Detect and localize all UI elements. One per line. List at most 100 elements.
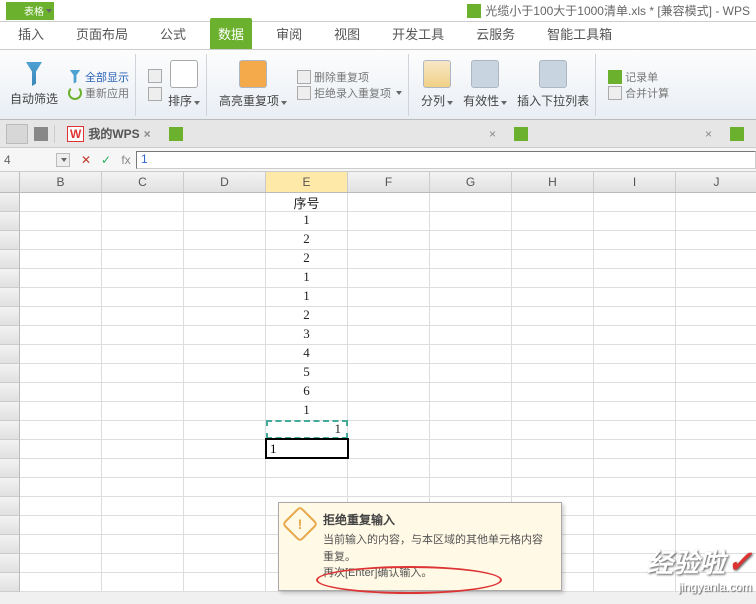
- sort-asc-icon[interactable]: [148, 69, 162, 83]
- cell[interactable]: [594, 421, 676, 440]
- cell[interactable]: [512, 345, 594, 364]
- cell[interactable]: [102, 288, 184, 307]
- cell[interactable]: [676, 459, 756, 478]
- tab-dev-tools[interactable]: 开发工具: [384, 18, 452, 49]
- cell[interactable]: [430, 383, 512, 402]
- col-header-h[interactable]: H: [512, 172, 594, 192]
- cell[interactable]: [266, 459, 348, 478]
- cell[interactable]: [676, 269, 756, 288]
- cancel-edit-icon[interactable]: ✕: [76, 153, 96, 167]
- cell[interactable]: 3: [266, 326, 348, 345]
- cell[interactable]: [184, 554, 266, 573]
- edit-icon[interactable]: [34, 127, 48, 141]
- cell[interactable]: [676, 516, 756, 535]
- cell[interactable]: [512, 326, 594, 345]
- sort-desc-icon[interactable]: [148, 87, 162, 101]
- col-header-j[interactable]: J: [676, 172, 756, 192]
- cell[interactable]: [430, 440, 512, 459]
- cell[interactable]: [348, 364, 430, 383]
- cell[interactable]: [430, 307, 512, 326]
- cell[interactable]: [430, 288, 512, 307]
- col-header-d[interactable]: D: [184, 172, 266, 192]
- cell[interactable]: [512, 440, 594, 459]
- cell[interactable]: [348, 383, 430, 402]
- cell[interactable]: [184, 307, 266, 326]
- cell[interactable]: [102, 269, 184, 288]
- remove-dup-button[interactable]: 删除重复项: [297, 69, 402, 85]
- cell[interactable]: [512, 364, 594, 383]
- cell[interactable]: [348, 440, 430, 459]
- cell[interactable]: [20, 459, 102, 478]
- cell[interactable]: [348, 345, 430, 364]
- cell[interactable]: [676, 193, 756, 212]
- col-header-b[interactable]: B: [20, 172, 102, 192]
- cell[interactable]: [184, 193, 266, 212]
- cell[interactable]: [348, 402, 430, 421]
- insert-dropdown-button[interactable]: 插入下拉列表: [517, 60, 589, 109]
- home-tab-icon[interactable]: [6, 124, 28, 144]
- close-tab-icon[interactable]: ×: [144, 127, 151, 141]
- row-header[interactable]: [0, 516, 20, 535]
- cell[interactable]: [676, 383, 756, 402]
- cell[interactable]: [430, 212, 512, 231]
- row-header[interactable]: [0, 269, 20, 288]
- tab-smart-tools[interactable]: 智能工具箱: [539, 18, 620, 49]
- close-tab-2-icon[interactable]: ×: [489, 127, 496, 141]
- cell[interactable]: [594, 250, 676, 269]
- row-header[interactable]: [0, 212, 20, 231]
- cell[interactable]: [512, 193, 594, 212]
- cell[interactable]: [348, 326, 430, 345]
- name-box[interactable]: 4: [0, 153, 56, 167]
- cell[interactable]: [676, 212, 756, 231]
- cell[interactable]: [184, 402, 266, 421]
- cell[interactable]: [184, 573, 266, 592]
- cell[interactable]: [184, 440, 266, 459]
- cell[interactable]: [20, 383, 102, 402]
- cell[interactable]: [676, 288, 756, 307]
- cell[interactable]: 1: [266, 212, 348, 231]
- validation-button[interactable]: 有效性: [463, 60, 507, 109]
- cell[interactable]: 6: [266, 383, 348, 402]
- row-header[interactable]: [0, 383, 20, 402]
- select-all-corner[interactable]: [0, 172, 20, 192]
- cell[interactable]: [676, 440, 756, 459]
- show-all-button[interactable]: 全部显示: [68, 69, 129, 85]
- row-header[interactable]: [0, 554, 20, 573]
- cell[interactable]: [594, 269, 676, 288]
- cell[interactable]: [102, 535, 184, 554]
- cell[interactable]: [20, 497, 102, 516]
- cell[interactable]: [512, 250, 594, 269]
- formula-input[interactable]: 1: [136, 151, 756, 169]
- cell[interactable]: [512, 231, 594, 250]
- cell[interactable]: 2: [266, 250, 348, 269]
- tab-my-wps[interactable]: W 我的WPS ×: [61, 125, 157, 142]
- tab-view[interactable]: 视图: [326, 18, 368, 49]
- cell[interactable]: [594, 288, 676, 307]
- cell[interactable]: [102, 440, 184, 459]
- cell[interactable]: [512, 459, 594, 478]
- cell[interactable]: 1: [266, 402, 348, 421]
- cell[interactable]: [348, 288, 430, 307]
- cell[interactable]: [348, 478, 430, 497]
- cell[interactable]: [512, 288, 594, 307]
- cell[interactable]: [20, 535, 102, 554]
- cell[interactable]: [594, 231, 676, 250]
- reapply-button[interactable]: 重新应用: [68, 85, 129, 101]
- highlight-dup-button[interactable]: 高亮重复项: [219, 60, 287, 109]
- cell[interactable]: [348, 212, 430, 231]
- cell[interactable]: [184, 250, 266, 269]
- cell[interactable]: [184, 478, 266, 497]
- cell[interactable]: [184, 497, 266, 516]
- cell[interactable]: [676, 402, 756, 421]
- cell[interactable]: [594, 478, 676, 497]
- cell[interactable]: [430, 402, 512, 421]
- cell[interactable]: [20, 193, 102, 212]
- cell[interactable]: [102, 516, 184, 535]
- cell[interactable]: [184, 212, 266, 231]
- row-header[interactable]: [0, 440, 20, 459]
- cell[interactable]: [102, 250, 184, 269]
- cell[interactable]: [512, 478, 594, 497]
- cell[interactable]: [102, 554, 184, 573]
- cell[interactable]: [594, 402, 676, 421]
- confirm-edit-icon[interactable]: ✓: [96, 153, 116, 167]
